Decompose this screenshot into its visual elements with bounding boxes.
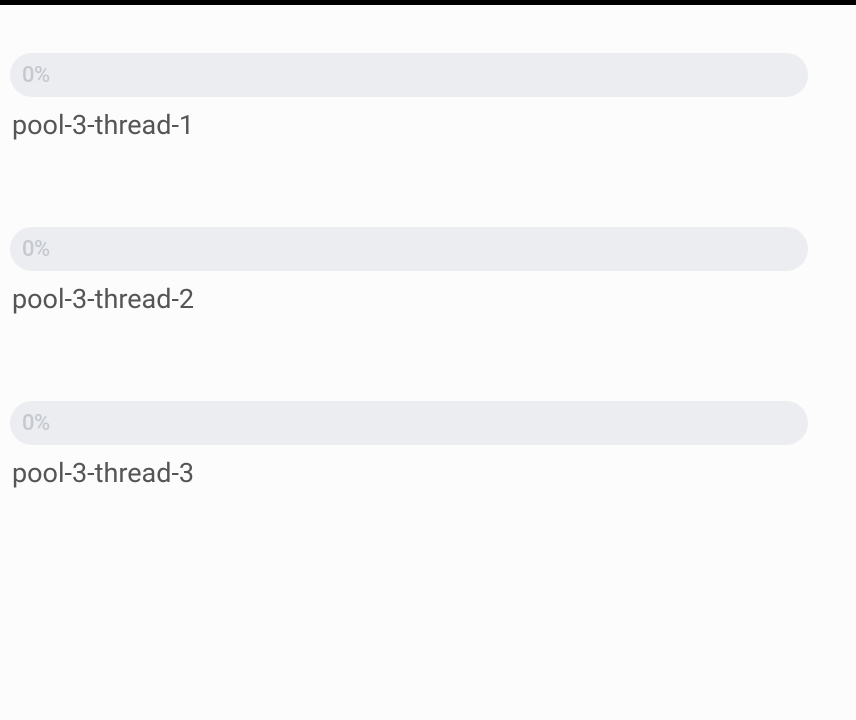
progress-bar: 0% bbox=[10, 227, 808, 271]
progress-percent-label: 0% bbox=[22, 63, 50, 88]
thread-item: 0% pool-3-thread-1 bbox=[10, 53, 846, 141]
progress-bar: 0% bbox=[10, 401, 808, 445]
thread-item: 0% pool-3-thread-2 bbox=[10, 227, 846, 315]
thread-name-label: pool-3-thread-3 bbox=[10, 457, 846, 489]
thread-name-label: pool-3-thread-2 bbox=[10, 283, 846, 315]
thread-list: 0% pool-3-thread-1 0% pool-3-thread-2 0%… bbox=[0, 5, 856, 489]
thread-item: 0% pool-3-thread-3 bbox=[10, 401, 846, 489]
progress-percent-label: 0% bbox=[22, 237, 50, 262]
progress-percent-label: 0% bbox=[22, 411, 50, 436]
thread-name-label: pool-3-thread-1 bbox=[10, 109, 846, 141]
progress-bar: 0% bbox=[10, 53, 808, 97]
